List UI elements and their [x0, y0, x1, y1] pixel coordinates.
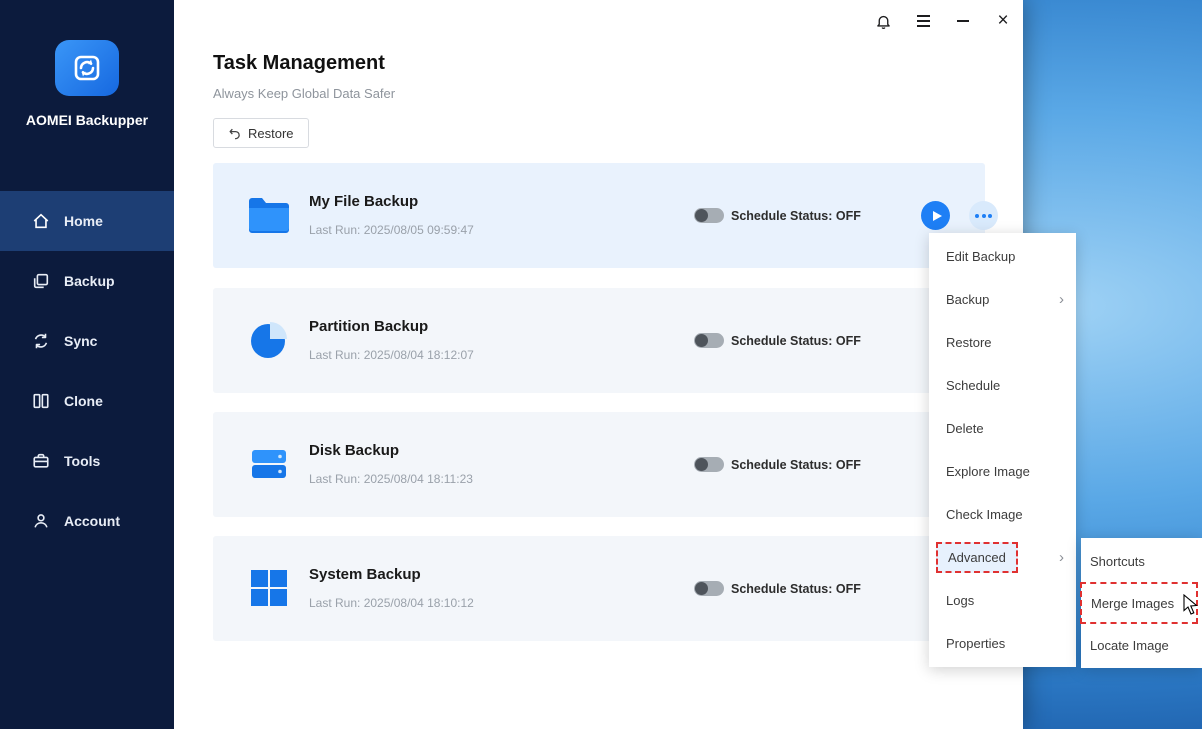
- toggle-knob: [695, 209, 708, 222]
- clone-icon: [32, 392, 50, 410]
- advanced-submenu: Shortcuts Merge Images Locate Image: [1081, 538, 1202, 668]
- sidebar-item-label: Account: [64, 513, 120, 529]
- run-backup-button[interactable]: [921, 201, 950, 230]
- menu-item-label: Schedule: [946, 378, 1000, 393]
- submenu-item-shortcuts[interactable]: Shortcuts: [1081, 540, 1202, 582]
- task-last-run: Last Run: 2025/08/05 09:59:47: [309, 223, 474, 237]
- page-title: Task Management: [213, 52, 385, 75]
- task-card-my-file-backup[interactable]: My File Backup Last Run: 2025/08/05 09:5…: [213, 163, 985, 268]
- toggle-knob: [695, 458, 708, 471]
- restore-button[interactable]: Restore: [213, 118, 309, 148]
- sidebar-item-account[interactable]: Account: [0, 491, 174, 551]
- app-name: AOMEI Backupper: [0, 112, 174, 128]
- menu-item-advanced[interactable]: Advanced ›: [929, 536, 1076, 579]
- menu-item-label: Explore Image: [946, 464, 1030, 479]
- sidebar-item-sync[interactable]: Sync: [0, 311, 174, 371]
- schedule-status-label: Schedule Status: OFF: [731, 582, 861, 596]
- toggle-knob: [695, 582, 708, 595]
- schedule-toggle[interactable]: [694, 581, 724, 596]
- schedule-toggle[interactable]: [694, 457, 724, 472]
- tools-icon: [32, 452, 50, 470]
- sidebar-nav: Home Backup Sync Clone: [0, 191, 174, 551]
- sidebar-item-label: Tools: [64, 453, 100, 469]
- task-name: System Backup: [309, 566, 421, 583]
- account-icon: [32, 512, 50, 530]
- disk-icon: [245, 440, 293, 488]
- submenu-item-label: Merge Images: [1091, 596, 1174, 611]
- bell-icon: [875, 13, 892, 30]
- close-button[interactable]: ×: [988, 8, 1018, 34]
- task-name: Disk Backup: [309, 442, 399, 459]
- menu-item-label: Delete: [946, 421, 984, 436]
- schedule-toggle[interactable]: [694, 208, 724, 223]
- menu-item-label: Check Image: [946, 507, 1023, 522]
- task-context-menu: Edit Backup Backup › Restore Schedule Del…: [929, 233, 1076, 667]
- menu-item-explore-image[interactable]: Explore Image: [929, 450, 1076, 493]
- menu-item-delete[interactable]: Delete: [929, 407, 1076, 450]
- sidebar-item-label: Sync: [64, 333, 97, 349]
- task-card-partition-backup[interactable]: Partition Backup Last Run: 2025/08/04 18…: [213, 288, 985, 393]
- folder-icon: [245, 191, 293, 239]
- more-options-button[interactable]: [969, 201, 998, 230]
- menu-item-label: Advanced: [936, 542, 1018, 573]
- submenu-item-merge-images[interactable]: Merge Images: [1080, 582, 1198, 624]
- task-card-system-backup[interactable]: System Backup Last Run: 2025/08/04 18:10…: [213, 536, 985, 641]
- sidebar-item-tools[interactable]: Tools: [0, 431, 174, 491]
- schedule-status-label: Schedule Status: OFF: [731, 458, 861, 472]
- sync-icon: [32, 332, 50, 350]
- minimize-icon: [957, 20, 969, 22]
- menu-item-label: Restore: [946, 335, 992, 350]
- schedule-toggle[interactable]: [694, 333, 724, 348]
- notification-button[interactable]: [868, 8, 898, 34]
- sidebar-item-clone[interactable]: Clone: [0, 371, 174, 431]
- close-icon: ×: [997, 10, 1008, 32]
- menu-item-check-image[interactable]: Check Image: [929, 493, 1076, 536]
- sidebar: AOMEI Backupper Home Backup Sync: [0, 0, 174, 729]
- backup-icon: [32, 272, 50, 290]
- task-last-run: Last Run: 2025/08/04 18:10:12: [309, 596, 474, 610]
- sidebar-item-label: Home: [64, 213, 103, 229]
- sidebar-item-label: Clone: [64, 393, 103, 409]
- menu-item-restore[interactable]: Restore: [929, 321, 1076, 364]
- main-panel: × Task Management Always Keep Global Dat…: [174, 0, 1023, 729]
- partition-icon: [245, 316, 293, 364]
- menu-item-backup[interactable]: Backup ›: [929, 278, 1076, 321]
- task-last-run: Last Run: 2025/08/04 18:11:23: [309, 472, 473, 486]
- home-icon: [32, 212, 50, 230]
- schedule-status-label: Schedule Status: OFF: [731, 334, 861, 348]
- task-name: Partition Backup: [309, 318, 428, 335]
- windows-icon: [245, 564, 293, 612]
- undo-icon: [228, 127, 241, 140]
- chevron-right-icon: ›: [1059, 291, 1064, 308]
- menu-item-label: Edit Backup: [946, 249, 1015, 264]
- menu-item-logs[interactable]: Logs: [929, 579, 1076, 622]
- submenu-item-label: Locate Image: [1090, 638, 1169, 653]
- menu-item-edit-backup[interactable]: Edit Backup: [929, 235, 1076, 278]
- page-subtitle: Always Keep Global Data Safer: [213, 86, 395, 101]
- sidebar-item-home[interactable]: Home: [0, 191, 174, 251]
- schedule-status-label: Schedule Status: OFF: [731, 209, 861, 223]
- task-name: My File Backup: [309, 193, 418, 210]
- submenu-item-locate-image[interactable]: Locate Image: [1081, 624, 1202, 666]
- menu-item-label: Properties: [946, 636, 1005, 651]
- menu-item-schedule[interactable]: Schedule: [929, 364, 1076, 407]
- app-window: AOMEI Backupper Home Backup Sync: [0, 0, 1023, 729]
- sidebar-item-backup[interactable]: Backup: [0, 251, 174, 311]
- chevron-right-icon: ›: [1059, 549, 1064, 566]
- toggle-knob: [695, 334, 708, 347]
- restore-button-label: Restore: [248, 126, 294, 141]
- menu-item-label: Logs: [946, 593, 974, 608]
- app-logo-icon: [55, 40, 119, 96]
- minimize-button[interactable]: [948, 8, 978, 34]
- task-last-run: Last Run: 2025/08/04 18:12:07: [309, 348, 474, 362]
- sidebar-item-label: Backup: [64, 273, 115, 289]
- menu-item-label: Backup: [946, 292, 989, 307]
- hamburger-icon: [917, 15, 930, 27]
- app-menu-button[interactable]: [908, 8, 938, 34]
- task-card-disk-backup[interactable]: Disk Backup Last Run: 2025/08/04 18:11:2…: [213, 412, 985, 517]
- menu-item-properties[interactable]: Properties: [929, 622, 1076, 665]
- play-icon: [933, 211, 942, 221]
- submenu-item-label: Shortcuts: [1090, 554, 1145, 569]
